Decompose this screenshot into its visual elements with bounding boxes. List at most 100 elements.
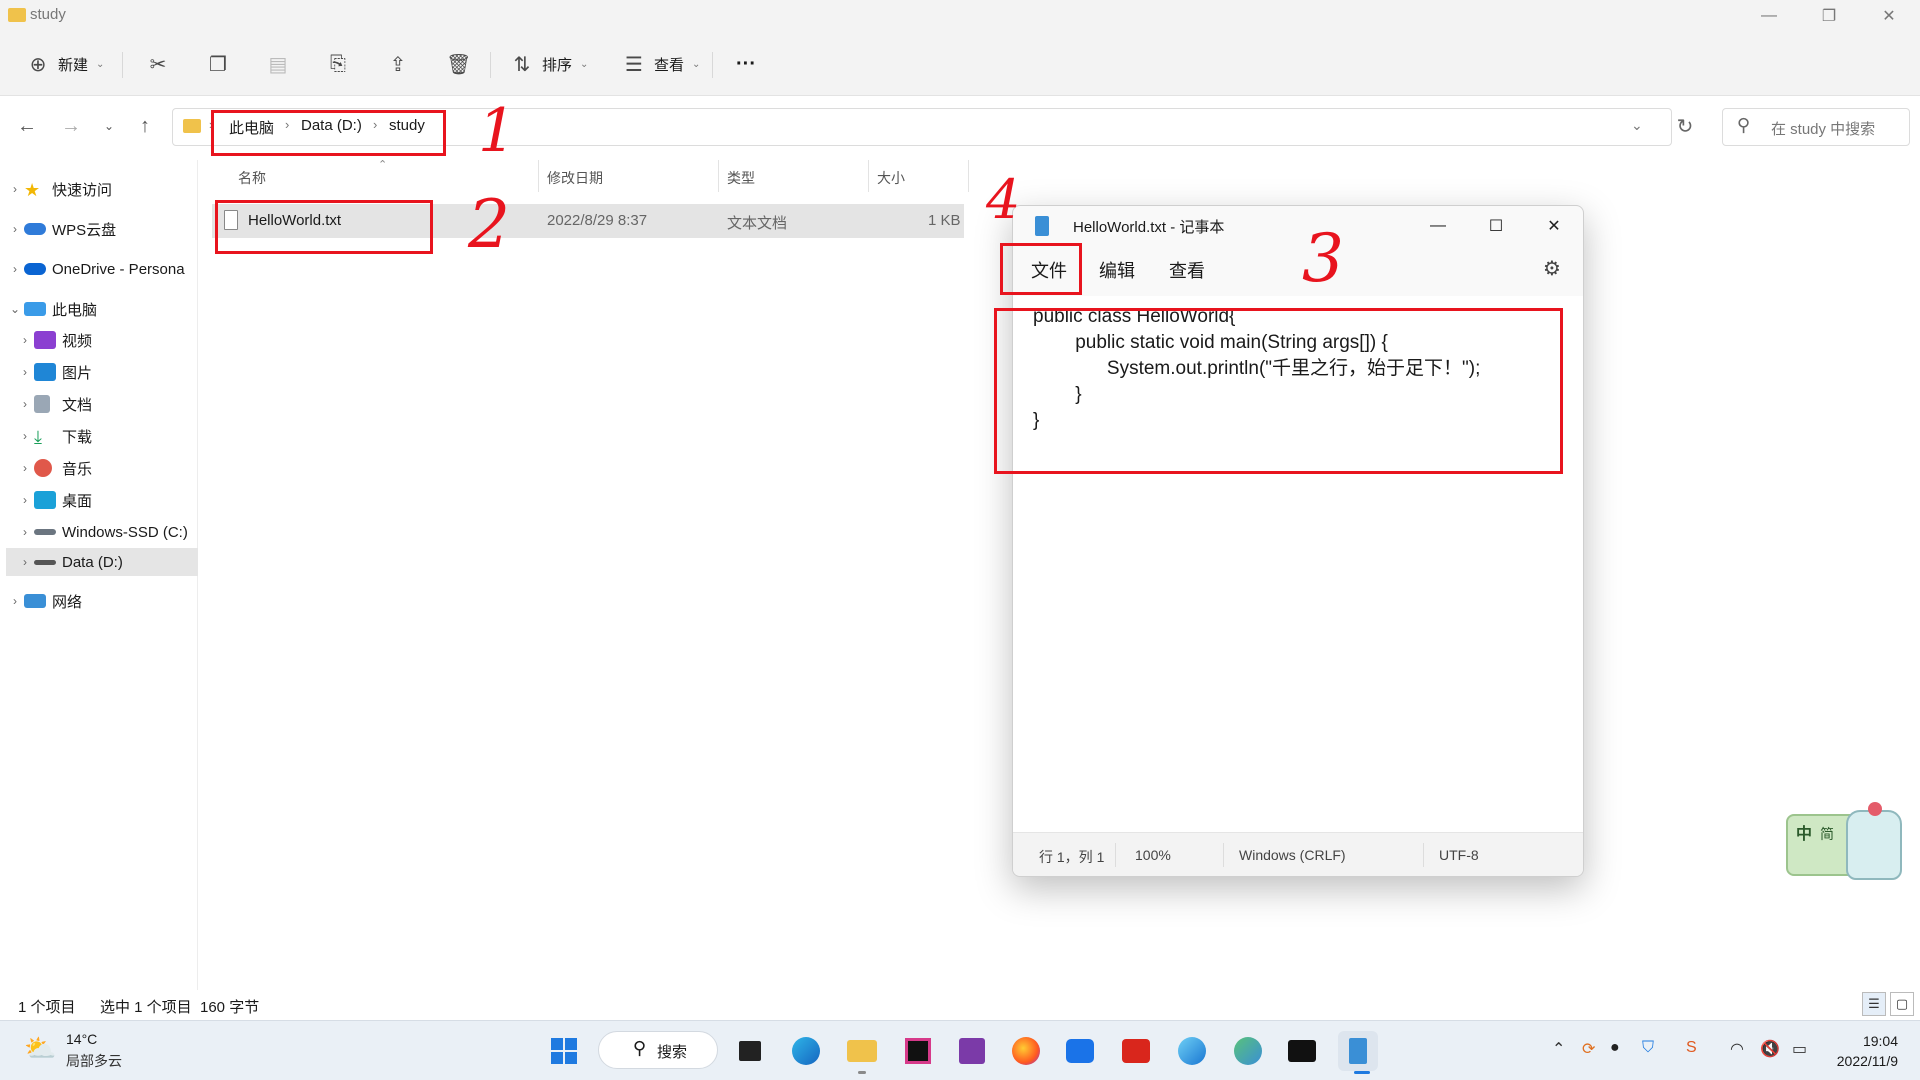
sidebar-label: Windows-SSD (C:) [62, 523, 188, 541]
sidebar-item-network[interactable]: › 网络 [6, 586, 196, 616]
drive-icon [34, 559, 56, 565]
zoom-level: 100% [1135, 847, 1171, 863]
qq-icon[interactable]: ● [1610, 1039, 1620, 1057]
paste-icon: ▤ [268, 53, 288, 76]
refresh-button[interactable]: ↻ [1670, 111, 1700, 141]
notepad-minimize-button[interactable]: — [1415, 210, 1461, 242]
edge-browser-icon[interactable] [786, 1031, 826, 1071]
shield-icon[interactable]: ⛉ [1642, 1039, 1654, 1057]
terminal-icon[interactable] [1282, 1031, 1322, 1071]
battery-icon[interactable]: ▭ [1792, 1039, 1807, 1059]
paste-button[interactable]: ▤ [260, 46, 296, 82]
search-icon: ⚲ [633, 1038, 647, 1058]
tiles-view-button[interactable]: ▢ [1890, 992, 1914, 1016]
taskbar-search[interactable]: ⚲ 搜索 [598, 1031, 718, 1069]
sidebar-item-drive-c[interactable]: › Windows-SSD (C:) [16, 516, 196, 548]
annotation-number-3: 3 [1302, 220, 1344, 297]
sort-button[interactable]: ⇅ 排序 ⌄ [504, 46, 594, 82]
divider [1115, 843, 1116, 867]
file-modified: 2022/8/29 8:37 [547, 212, 648, 229]
sidebar-item-onedrive[interactable]: › OneDrive - Persona [6, 254, 196, 284]
sidebar-item-pictures[interactable]: › 图片 [16, 356, 196, 388]
notepad-maximize-button[interactable]: ☐ [1473, 210, 1519, 242]
sync-icon[interactable]: ⟳ [1582, 1039, 1595, 1059]
sidebar-item-documents[interactable]: › 文档 [16, 388, 196, 420]
rename-icon: ⎘ [330, 52, 346, 75]
forward-button[interactable]: → [56, 111, 86, 141]
line-ending: Windows (CRLF) [1239, 847, 1346, 863]
ime-icon[interactable]: S [1686, 1039, 1697, 1057]
onenote-icon[interactable] [952, 1031, 992, 1071]
notepad-taskbar-icon[interactable] [1338, 1031, 1378, 1071]
taskbar: ⛅ 14°C 局部多云 ⚲ 搜索 ⌃ ⟳ ● ⛉ S ◠ 🔇 ▭ 19:04 2… [0, 1020, 1920, 1080]
sidebar-item-videos[interactable]: › 视频 [16, 324, 196, 356]
flower-icon [1868, 802, 1882, 816]
chart-app-icon[interactable] [1060, 1031, 1100, 1071]
settings-gear-icon[interactable]: ⚙ [1543, 256, 1561, 281]
minimize-button[interactable]: — [1740, 0, 1798, 32]
firefox-icon[interactable] [1006, 1031, 1046, 1071]
restore-button[interactable]: ❐ [1800, 0, 1858, 32]
drive-icon [34, 529, 56, 535]
close-button[interactable]: ✕ [1860, 0, 1918, 32]
recent-locations-button[interactable]: ⌄ [94, 111, 124, 141]
ime-mode-label: 中 [1796, 826, 1813, 843]
explorer-status-bar: 1 个项目 选中 1 个项目 160 字节 [0, 990, 1920, 1020]
menu-edit[interactable]: 编辑 [1099, 257, 1135, 287]
delete-button[interactable]: 🗑 [440, 46, 476, 82]
sidebar-item-downloads[interactable]: › ⤓ 下载 [16, 420, 196, 452]
column-header-name[interactable]: 名称 [238, 168, 266, 192]
notepad-title: HelloWorld.txt - 记事本 [1073, 219, 1225, 236]
selected-count: 选中 1 个项目 [100, 999, 192, 1016]
sidebar-item-music[interactable]: › 音乐 [16, 452, 196, 484]
wps-office-icon[interactable] [1116, 1031, 1156, 1071]
desktop-icon [34, 491, 56, 509]
weather-temp[interactable]: 14°C [66, 1031, 97, 1047]
file-explorer-icon[interactable] [842, 1031, 882, 1071]
sidebar-item-wps[interactable]: › WPS云盘 [6, 214, 196, 244]
column-header-size[interactable]: 大小 [877, 168, 905, 192]
task-view-icon[interactable] [730, 1031, 770, 1071]
more-options-button[interactable]: ··· [730, 46, 762, 82]
clock-time: 19:04 [1862, 1033, 1898, 1049]
chevron-right-icon: › [13, 182, 17, 196]
chevron-down-icon[interactable]: ⌄ [1631, 117, 1643, 134]
ime-sticker-widget[interactable]: 中 简 [1782, 800, 1908, 890]
sidebar-item-this-pc[interactable]: ⌄ 此电脑 [6, 294, 196, 324]
search-box[interactable]: ⚲ 在 study 中搜索 [1722, 108, 1910, 146]
start-button[interactable] [544, 1031, 584, 1071]
rename-button[interactable]: ⎘ [320, 46, 356, 82]
chevron-right-icon: › [23, 397, 27, 411]
maps-app-icon[interactable] [1228, 1031, 1268, 1071]
notepad-close-button[interactable]: ✕ [1531, 210, 1577, 242]
volume-muted-icon[interactable]: 🔇 [1760, 1039, 1780, 1059]
cut-button[interactable]: ✂ [140, 46, 176, 82]
chevron-right-icon: › [23, 555, 27, 569]
up-button[interactable]: ↑ [130, 111, 160, 141]
copy-button[interactable]: ❐ [200, 46, 236, 82]
intellij-icon[interactable] [898, 1031, 938, 1071]
wifi-icon[interactable]: ◠ [1730, 1039, 1744, 1059]
sidebar-item-quick-access[interactable]: › ★ 快速访问 [6, 174, 196, 204]
chevron-down-icon: ⌄ [96, 58, 105, 70]
back-button[interactable]: ← [12, 111, 42, 141]
column-header-type[interactable]: 类型 [727, 168, 755, 192]
weather-description[interactable]: 局部多云 [66, 1051, 122, 1071]
sidebar-item-drive-d[interactable]: › Data (D:) [6, 548, 198, 576]
notepad-status-bar: 行 1，列 1 100% Windows (CRLF) UTF-8 [1013, 832, 1583, 876]
sidebar-item-desktop[interactable]: › 桌面 [16, 484, 196, 516]
file-type: 文本文档 [727, 215, 788, 232]
show-hidden-icons-button[interactable]: ⌃ [1552, 1039, 1565, 1059]
new-button[interactable]: ⊕ 新建 ⌄ [20, 46, 110, 82]
clock[interactable]: 19:04 2022/11/9 [1818, 1031, 1898, 1071]
trash-icon: 🗑 [446, 53, 472, 76]
notepad-window: HelloWorld.txt - 记事本 — ☐ ✕ 文件 编辑 查看 ⚙ pu… [1012, 205, 1584, 877]
view-button[interactable]: ☰ 查看 ⌄ [616, 46, 706, 82]
column-header-modified[interactable]: 修改日期 [547, 168, 603, 192]
browser-app-icon[interactable] [1172, 1031, 1212, 1071]
menu-view[interactable]: 查看 [1169, 257, 1205, 287]
copy-icon: ❐ [209, 53, 227, 76]
share-button[interactable]: ⇪ [380, 46, 416, 82]
notepad-icon [1035, 216, 1049, 236]
details-view-button[interactable]: ☰ [1862, 992, 1886, 1016]
